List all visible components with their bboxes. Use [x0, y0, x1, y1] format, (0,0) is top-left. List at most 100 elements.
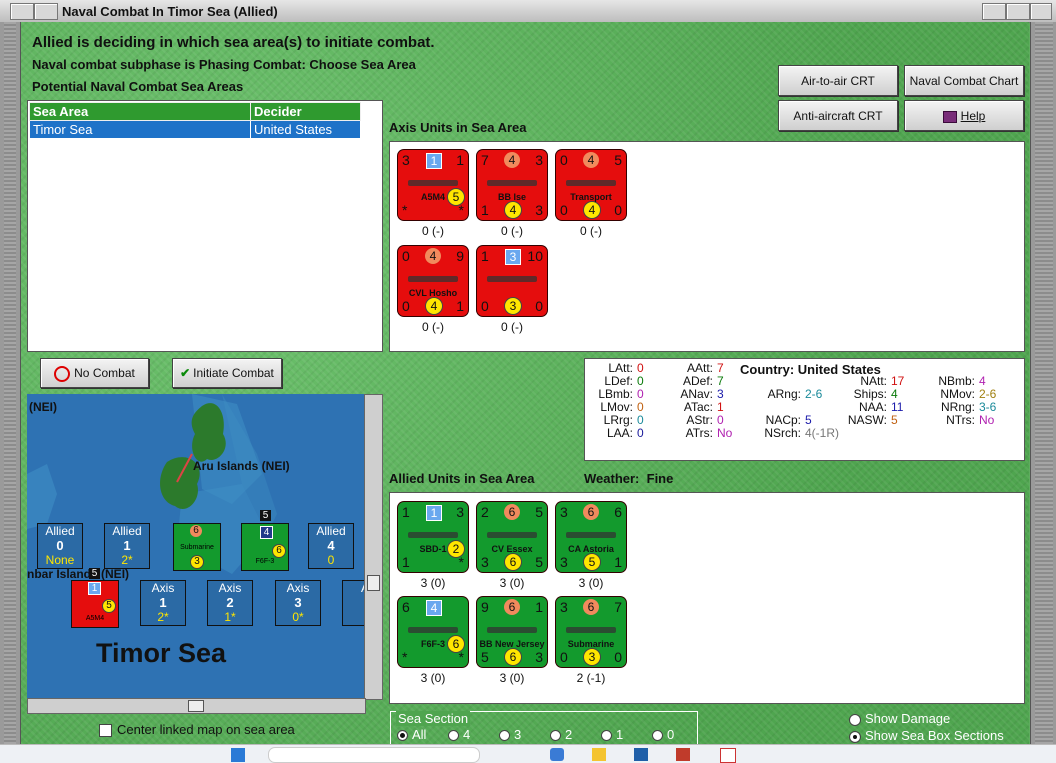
sea-box-number: 3: [294, 595, 302, 610]
col-header-decider[interactable]: Decider: [250, 102, 361, 121]
air-to-air-crt-button[interactable]: Air-to-air CRT: [778, 65, 898, 96]
show-sea-box-row[interactable]: Show Sea Box Sections: [849, 728, 1004, 743]
sea-section-option[interactable]: 4: [448, 727, 470, 742]
map-vertical-thumb[interactable]: [367, 575, 380, 591]
map-horizontal-scrollbar[interactable]: [27, 698, 366, 714]
sea-section-option[interactable]: 2: [550, 727, 572, 742]
sea-section-radio[interactable]: [499, 730, 510, 742]
axis-sea-box[interactable]: A: [342, 580, 364, 626]
stat-value: 11: [891, 400, 904, 414]
counter-name: CV Essex: [491, 544, 533, 554]
axis-unit-counter[interactable]: 1 10 3 0 0 3: [477, 246, 547, 316]
counter-name: F6F-3: [420, 639, 445, 649]
axis-unit-counter[interactable]: 3 1 1 * * 5 A5M4: [398, 150, 468, 220]
map-a5m4-counter[interactable]: 1 5 A5M4: [71, 580, 119, 628]
allied-unit-caption: 2 (-1): [576, 671, 606, 685]
store-icon[interactable]: [634, 748, 648, 761]
checkmark-icon: ✔: [180, 366, 191, 380]
unit-silhouette-icon: [487, 532, 537, 538]
counter-mid-circle: 5: [102, 599, 116, 613]
sea-section-label: Sea Section: [396, 711, 471, 726]
axis-sea-box[interactable]: Axis 3 0*: [275, 580, 321, 626]
axis-sea-box[interactable]: Axis 2 1*: [207, 580, 253, 626]
axis-unit-caption: 0 (-): [422, 224, 444, 238]
stat-label: ADef:: [682, 374, 713, 388]
axis-unit-counter[interactable]: 0 5 4 0 0 4 Transport: [556, 150, 626, 220]
counter-bottom-left: 0: [481, 298, 489, 314]
sea-box-number: 4: [327, 538, 335, 553]
stat-row: Ships: 4: [847, 387, 898, 401]
help-button[interactable]: Help: [904, 100, 1024, 131]
allied-sea-box[interactable]: Allied 1 2*: [104, 523, 150, 569]
search-box[interactable]: [268, 747, 480, 763]
sea-section-option[interactable]: 3: [499, 727, 521, 742]
stat-row: NAtt: 17: [847, 374, 904, 388]
stat-row: ARng: 2-6: [756, 387, 823, 401]
initiate-combat-button[interactable]: ✔ Initiate Combat: [172, 358, 282, 388]
browser-icon[interactable]: [550, 748, 564, 761]
restore-button[interactable]: [34, 3, 58, 20]
no-combat-button[interactable]: No Combat: [40, 358, 149, 388]
counter-top-right: 3: [456, 504, 464, 520]
map-f6f-counter[interactable]: 4 6 F6F-3: [241, 523, 289, 571]
stat-row: NSrch: 4(-1R): [756, 426, 839, 440]
sea-section-radio[interactable]: [397, 730, 408, 742]
naval-combat-chart-button[interactable]: Naval Combat Chart: [904, 65, 1024, 96]
folder-icon[interactable]: [592, 748, 606, 761]
sea-section-option[interactable]: All: [397, 727, 426, 742]
anti-aircraft-crt-button[interactable]: Anti-aircraft CRT: [778, 100, 898, 131]
sea-section-radio[interactable]: [652, 730, 663, 742]
axis-unit-counter[interactable]: 7 3 4 1 3 4 BB Ise: [477, 150, 547, 220]
counter-bottom-right: 5: [535, 554, 543, 570]
col-header-sea-area[interactable]: Sea Area: [29, 102, 251, 121]
sea-area-list[interactable]: Sea Area Decider Timor Sea United States: [27, 100, 383, 352]
sea-name-label: Timor Sea: [96, 638, 227, 668]
start-icon[interactable]: [231, 748, 245, 762]
sea-section-radio[interactable]: [550, 730, 561, 742]
allied-sea-box[interactable]: Allied 0 None: [37, 523, 83, 569]
map-horizontal-thumb[interactable]: [188, 700, 204, 712]
stat-label: LBmb:: [598, 387, 633, 401]
allied-unit-counter[interactable]: 2 5 6 3 5 6 CV Essex: [477, 502, 547, 572]
allied-unit-counter[interactable]: 6 4 * * 6 F6F-3: [398, 597, 468, 667]
show-damage-radio[interactable]: [849, 713, 861, 726]
close-button[interactable]: [1030, 3, 1052, 20]
sea-section-option[interactable]: 0: [652, 727, 674, 742]
map-submarine-counter[interactable]: 6 3 Submarine: [173, 523, 221, 571]
stat-row: LMov: 0: [593, 400, 643, 414]
allied-unit-counter[interactable]: 3 6 6 3 1 5 CA Astoria: [556, 502, 626, 572]
cell-decider[interactable]: United States: [250, 120, 361, 139]
minimize-button[interactable]: [982, 3, 1006, 20]
center-map-checkbox[interactable]: [99, 724, 112, 738]
axis-unit-counter[interactable]: 0 9 4 0 1 4 CVL Hosho: [398, 246, 468, 316]
allied-unit-counter[interactable]: 1 3 1 1 * 2 SBD-1: [398, 502, 468, 572]
maximize-button[interactable]: [1006, 3, 1030, 20]
allied-unit-counter[interactable]: 3 7 6 0 0 3 Submarine: [556, 597, 626, 667]
center-map-row[interactable]: Center linked map on sea area: [99, 722, 295, 738]
sea-box-sub: 0*: [292, 610, 304, 624]
app-icon[interactable]: [676, 748, 690, 761]
axis-sea-box[interactable]: Axis 1 2*: [140, 580, 186, 626]
allied-sea-box[interactable]: Allied 4 0: [308, 523, 354, 569]
stat-value: 0: [717, 413, 724, 427]
show-damage-row[interactable]: Show Damage: [849, 711, 950, 726]
counter-name: CVL Hosho: [408, 288, 458, 298]
counter-name: Transport: [570, 192, 612, 202]
map-vertical-scrollbar[interactable]: [364, 394, 383, 700]
allied-unit-counter[interactable]: 9 1 6 5 3 6 BB New Jersey: [477, 597, 547, 667]
stat-value: 7: [717, 374, 724, 388]
counter-bottom-right: 3: [535, 649, 543, 665]
game-icon[interactable]: [720, 748, 736, 763]
sea-area-map[interactable]: (NEI) Aru Islands (NEI) nbar Islands (NE…: [27, 394, 364, 698]
show-sea-box-radio[interactable]: [849, 730, 861, 743]
sea-box-sub: 0: [327, 553, 335, 567]
stat-label: NAA:: [858, 400, 887, 414]
sea-section-radio[interactable]: [601, 730, 612, 742]
sea-section-option[interactable]: 1: [601, 727, 623, 742]
counter-badge: 1: [88, 582, 101, 595]
cell-sea-area[interactable]: Timor Sea: [29, 120, 251, 139]
table-row[interactable]: Timor Sea United States: [29, 120, 361, 139]
system-menu-button[interactable]: [10, 3, 34, 20]
counter-bottom-right: 1: [456, 298, 464, 314]
sea-section-radio[interactable]: [448, 730, 459, 742]
